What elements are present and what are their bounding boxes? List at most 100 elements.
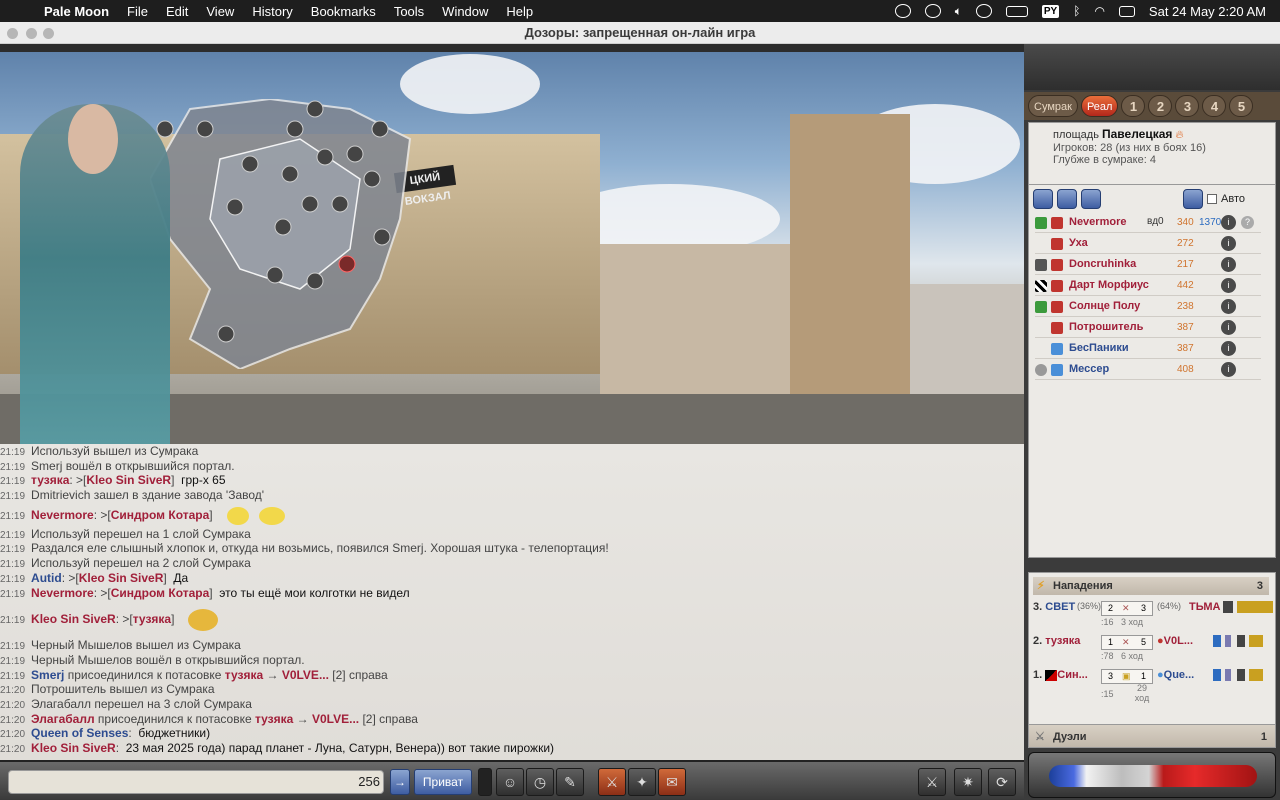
- control-center-icon[interactable]: [1118, 5, 1135, 17]
- building: [910, 284, 1024, 394]
- chat-sender[interactable]: тузяка: [31, 473, 69, 487]
- fight-member[interactable]: V0LVE...: [312, 712, 359, 726]
- player-row[interactable]: Doncruhinka 217 i: [1035, 255, 1261, 275]
- battles-header[interactable]: ⚡︎ Нападения 3: [1033, 577, 1269, 595]
- info-icon[interactable]: i: [1221, 215, 1236, 230]
- clock[interactable]: Sat 24 May 2:20 AM: [1149, 4, 1266, 19]
- chat-recipient[interactable]: тузяка: [133, 612, 171, 626]
- chat-sender[interactable]: Элагабалл: [31, 712, 95, 726]
- chat-log[interactable]: 21:19 Используй вышел из Сумрака 21:19 Sme…: [0, 444, 1024, 760]
- zoom-window-button[interactable]: [43, 28, 54, 39]
- menu-app-name[interactable]: Pale Moon: [38, 4, 118, 19]
- scroll-icon[interactable]: ✎: [556, 768, 584, 796]
- chat-input[interactable]: [8, 770, 384, 794]
- mail-icon[interactable]: ✉: [658, 768, 686, 796]
- tab-real[interactable]: Реал: [1080, 95, 1119, 117]
- tab-layer-5[interactable]: 5: [1229, 95, 1254, 117]
- chat-sender[interactable]: Nevermore: [31, 586, 94, 600]
- chat-recipient[interactable]: Kleo Sin SiveR: [86, 473, 171, 487]
- info-icon[interactable]: i: [1221, 320, 1236, 335]
- refresh-list-button[interactable]: [1183, 189, 1203, 209]
- chat-sender[interactable]: Autid: [31, 571, 62, 585]
- player-row[interactable]: Дарт Морфиус 442 i: [1035, 276, 1261, 296]
- chat-recipient[interactable]: Kleo Sin SiveR: [79, 571, 164, 585]
- refresh-icon[interactable]: ⟳: [988, 768, 1016, 796]
- bluetooth-icon[interactable]: ᛒ: [1073, 4, 1080, 18]
- chat-sender[interactable]: Nevermore: [31, 508, 94, 522]
- burst-icon[interactable]: ✷: [954, 768, 982, 796]
- duels-header[interactable]: ⚔ Дуэли 1: [1028, 724, 1276, 748]
- chat-sender[interactable]: Smerj: [31, 668, 64, 682]
- player-row[interactable]: Мессер 408 i: [1035, 360, 1261, 380]
- focus-icon[interactable]: [924, 4, 941, 18]
- play-icon[interactable]: [975, 4, 992, 18]
- menu-bookmarks[interactable]: Bookmarks: [302, 4, 385, 19]
- chat-sender[interactable]: Queen of Senses: [31, 726, 128, 740]
- close-window-button[interactable]: [7, 28, 18, 39]
- info-icon[interactable]: i: [1221, 299, 1236, 314]
- menu-edit[interactable]: Edit: [157, 4, 197, 19]
- smiley-icon: [188, 609, 219, 632]
- minimize-window-button[interactable]: [26, 28, 37, 39]
- clock-icon[interactable]: ◷: [526, 768, 554, 796]
- battery-icon[interactable]: [1005, 5, 1028, 17]
- chat-input-bar: 256 → Приват ☺ ◷ ✎ ⚔ ✦ ✉ ⚔ ✷ ⟳: [0, 760, 1024, 800]
- menu-tools[interactable]: Tools: [385, 4, 433, 19]
- menu-file[interactable]: File: [118, 4, 157, 19]
- menu-view[interactable]: View: [197, 4, 243, 19]
- fight-member[interactable]: тузяка: [225, 668, 263, 682]
- battle-row[interactable]: 1. Син... 3 ▣ 1 ●Que... :15 29 ход: [1033, 669, 1269, 709]
- help-icon[interactable]: ?: [1241, 216, 1254, 229]
- info-icon[interactable]: i: [1221, 257, 1236, 272]
- tab-layer-3[interactable]: 3: [1175, 95, 1200, 117]
- chat-line: 21:19 Черный Мышелов вошёл в открывшийся …: [0, 652, 305, 667]
- fight-member[interactable]: V0LVE...: [282, 668, 329, 682]
- auto-refresh-toggle[interactable]: Авто: [1207, 193, 1245, 205]
- face-icon[interactable]: ☺: [496, 768, 524, 796]
- menu-window[interactable]: Window: [433, 4, 497, 19]
- battle-row[interactable]: 2. тузяка 1 ✕ 5 ●V0L... :78 6 ход: [1033, 635, 1269, 665]
- sort-side-button[interactable]: [1057, 189, 1077, 209]
- send-arrow-button[interactable]: →: [390, 769, 410, 795]
- wifi-icon[interactable]: ◠: [1094, 4, 1104, 18]
- battle-actions-icon[interactable]: [1213, 635, 1263, 647]
- info-icon[interactable]: i: [1221, 362, 1236, 377]
- menu-help[interactable]: Help: [497, 4, 542, 19]
- player-row[interactable]: БесПаники 387 i: [1035, 339, 1261, 359]
- chat-line: 21:20 Kleo Sin SiveR: 23 мая 2025 года) п…: [0, 741, 555, 755]
- sort-level-button[interactable]: [1081, 189, 1101, 209]
- volume-icon[interactable]: 🔈︎: [955, 4, 962, 19]
- window-title: Дозоры: запрещенная он-лайн игра: [524, 25, 756, 40]
- battles-panel: ⚡︎ Нападения 3 3. СВЕТ (36%) 2 ✕ 3 (64%) ТЬ…: [1028, 572, 1276, 742]
- player-row[interactable]: Потрошитель 387 i: [1035, 318, 1261, 338]
- chat-recipient[interactable]: Синдром Котара: [111, 508, 210, 522]
- tab-layer-4[interactable]: 4: [1202, 95, 1227, 117]
- chat-recipient[interactable]: Синдром Котара: [111, 586, 210, 600]
- magic-icon[interactable]: ✦: [628, 768, 656, 796]
- battle-actions-icon[interactable]: [1223, 601, 1273, 613]
- player-row[interactable]: Уха 272 i: [1035, 234, 1261, 254]
- chat-sender[interactable]: Kleo Sin SiveR: [31, 741, 116, 755]
- info-icon[interactable]: i: [1221, 278, 1236, 293]
- menu-history[interactable]: History: [243, 4, 301, 19]
- fight-member[interactable]: тузяка: [255, 712, 293, 726]
- metro-map[interactable]: [150, 99, 420, 369]
- private-button[interactable]: Приват: [414, 769, 472, 795]
- tab-layer-1[interactable]: 1: [1121, 95, 1146, 117]
- info-icon[interactable]: i: [1221, 236, 1236, 251]
- info-icon[interactable]: i: [1221, 341, 1236, 356]
- tab-layer-2[interactable]: 2: [1148, 95, 1173, 117]
- status-app-icon[interactable]: [894, 4, 911, 18]
- sort-alpha-button[interactable]: [1033, 189, 1053, 209]
- attack-icon[interactable]: ⚔: [918, 768, 946, 796]
- light-side-icon: ●: [1157, 669, 1164, 681]
- chat-sender[interactable]: Kleo Sin SiveR: [31, 612, 116, 626]
- player-row[interactable]: Nevermore вд0 340 1370 i ?: [1035, 213, 1261, 233]
- input-source-indicator[interactable]: PY: [1041, 4, 1060, 18]
- player-row[interactable]: Солнце Полу 238 i: [1035, 297, 1261, 317]
- walk-icon[interactable]: ⚔: [598, 768, 626, 796]
- checkbox-icon[interactable]: [1207, 194, 1217, 205]
- battle-row[interactable]: 3. СВЕТ (36%) 2 ✕ 3 (64%) ТЬМА :16 3 ход: [1033, 601, 1273, 631]
- tab-twilight[interactable]: Сумрак: [1028, 95, 1078, 117]
- battle-actions-icon[interactable]: [1213, 669, 1263, 681]
